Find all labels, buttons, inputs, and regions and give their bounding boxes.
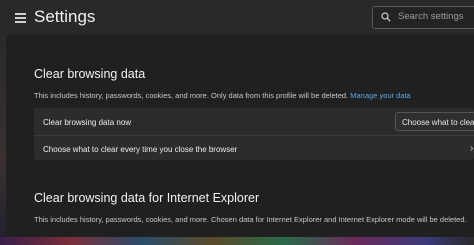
choose-what-to-clear-button[interactable]: Choose what to clear	[395, 112, 474, 131]
section-description-ie: This includes history, passwords, cookie…	[34, 215, 467, 224]
top-bar: Settings Search settings	[0, 0, 474, 35]
divider	[34, 135, 474, 136]
hamburger-menu-icon[interactable]	[15, 13, 26, 23]
page-title: Settings	[34, 7, 96, 26]
search-box[interactable]: Search settings	[372, 6, 474, 29]
search-icon	[381, 12, 391, 22]
row-clear-on-close[interactable]: Choose what to clear every time you clos…	[43, 145, 237, 154]
manage-your-data-link[interactable]: Manage your data	[350, 91, 410, 100]
description-text: This includes history, passwords, cookie…	[34, 91, 349, 100]
section-heading-clear-ie: Clear browsing data for Internet Explore…	[34, 191, 260, 205]
section-heading-clear-browsing-data: Clear browsing data	[34, 67, 146, 81]
clear-browsing-card: Clear browsing data now Choose what to c…	[34, 108, 474, 160]
row-label-clear-now: Clear browsing data now	[43, 118, 132, 127]
desktop-strip	[0, 237, 474, 245]
search-input[interactable]: Search settings	[398, 11, 463, 22]
chevron-right-icon[interactable]: ›	[470, 143, 473, 154]
section-description: This includes history, passwords, cookie…	[34, 91, 411, 100]
